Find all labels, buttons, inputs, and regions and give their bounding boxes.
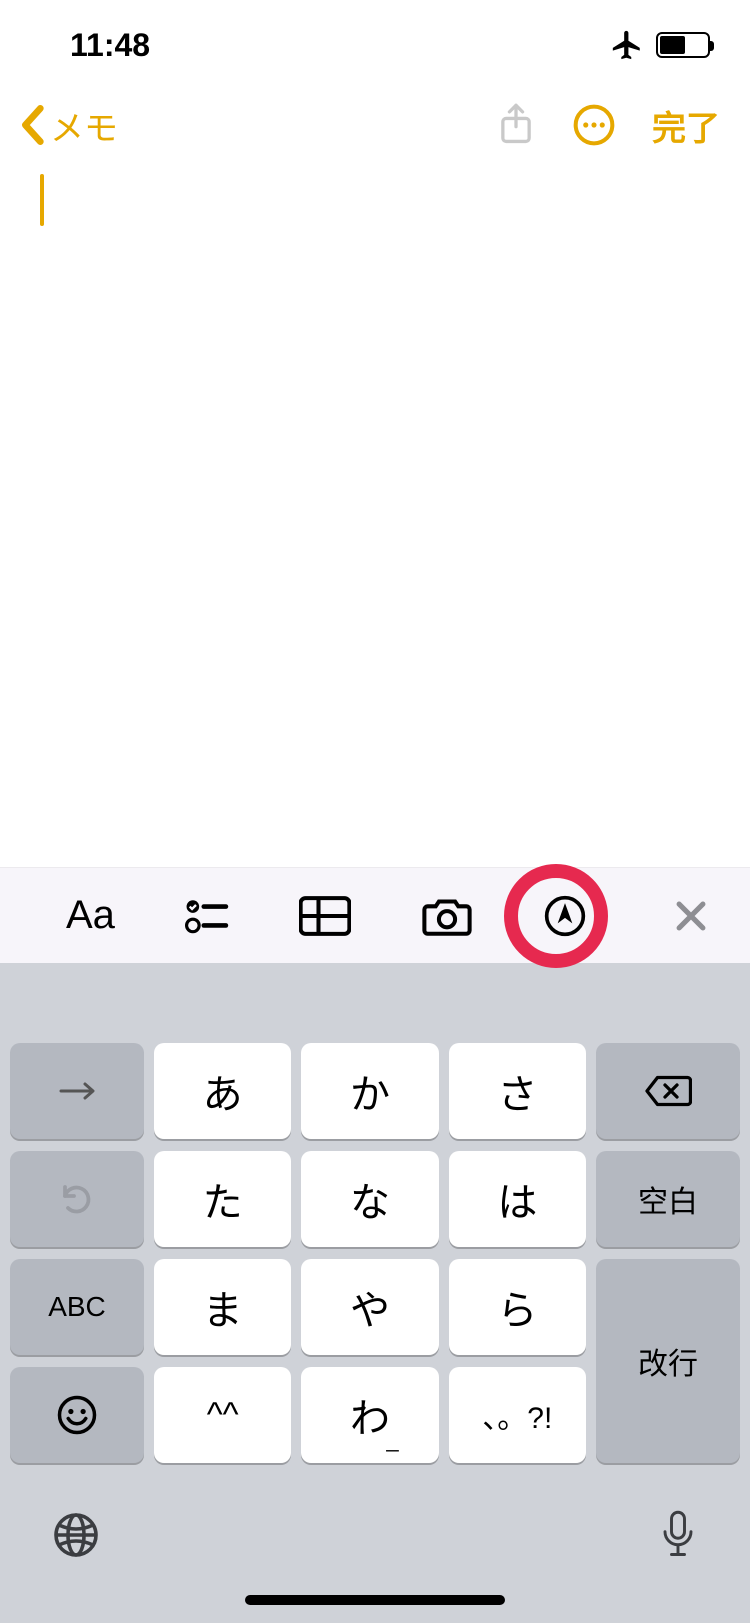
key-space[interactable]: 空白 [596,1151,740,1247]
key-ma[interactable]: ま [154,1259,291,1355]
chevron-left-icon [18,105,46,145]
key-ta[interactable]: た [154,1151,291,1247]
back-button[interactable]: メモ [18,101,118,150]
key-abc[interactable]: ABC [10,1259,144,1355]
close-toolbar-button[interactable] [674,899,730,933]
table-button[interactable] [299,896,351,936]
key-kaomoji[interactable]: ^^ [154,1367,291,1463]
key-next-candidate[interactable] [10,1043,144,1139]
status-time: 11:48 [70,27,150,64]
key-return[interactable]: 改行 [596,1259,740,1463]
key-ra[interactable]: ら [449,1259,586,1355]
key-wa[interactable]: わ _ [301,1367,438,1463]
text-format-button[interactable]: Aa [66,893,115,938]
markup-button[interactable] [543,894,587,938]
share-icon[interactable] [496,102,536,148]
airplane-mode-icon [610,28,644,62]
note-editor[interactable] [0,160,750,867]
key-punctuation[interactable]: 、。?! [449,1367,586,1463]
globe-icon[interactable] [52,1511,100,1559]
key-delete[interactable] [596,1043,740,1139]
camera-button[interactable] [421,895,473,937]
status-icons [610,28,710,62]
checklist-button[interactable] [185,896,229,936]
key-undo[interactable] [10,1151,144,1247]
key-ya[interactable]: や [301,1259,438,1355]
back-label: メモ [50,101,118,150]
battery-icon [656,32,710,58]
key-sa[interactable]: さ [449,1043,586,1139]
key-a[interactable]: あ [154,1043,291,1139]
text-cursor [40,174,44,226]
home-indicator[interactable] [245,1595,505,1605]
status-bar: 11:48 [0,0,750,90]
key-ka[interactable]: か [301,1043,438,1139]
keyboard: ABC あ か さ た な は ま や ら ^^ [0,963,750,1623]
key-wa-label: わ [350,1386,390,1444]
done-button[interactable]: 完了 [652,101,720,150]
more-icon[interactable] [572,103,616,147]
key-emoji[interactable] [10,1367,144,1463]
key-ha[interactable]: は [449,1151,586,1247]
navigation-bar: メモ 完了 [0,90,750,160]
formatting-toolbar: Aa [0,867,750,963]
keyboard-bottom-bar [0,1475,750,1595]
dictation-icon[interactable] [658,1509,698,1561]
key-na[interactable]: な [301,1151,438,1247]
